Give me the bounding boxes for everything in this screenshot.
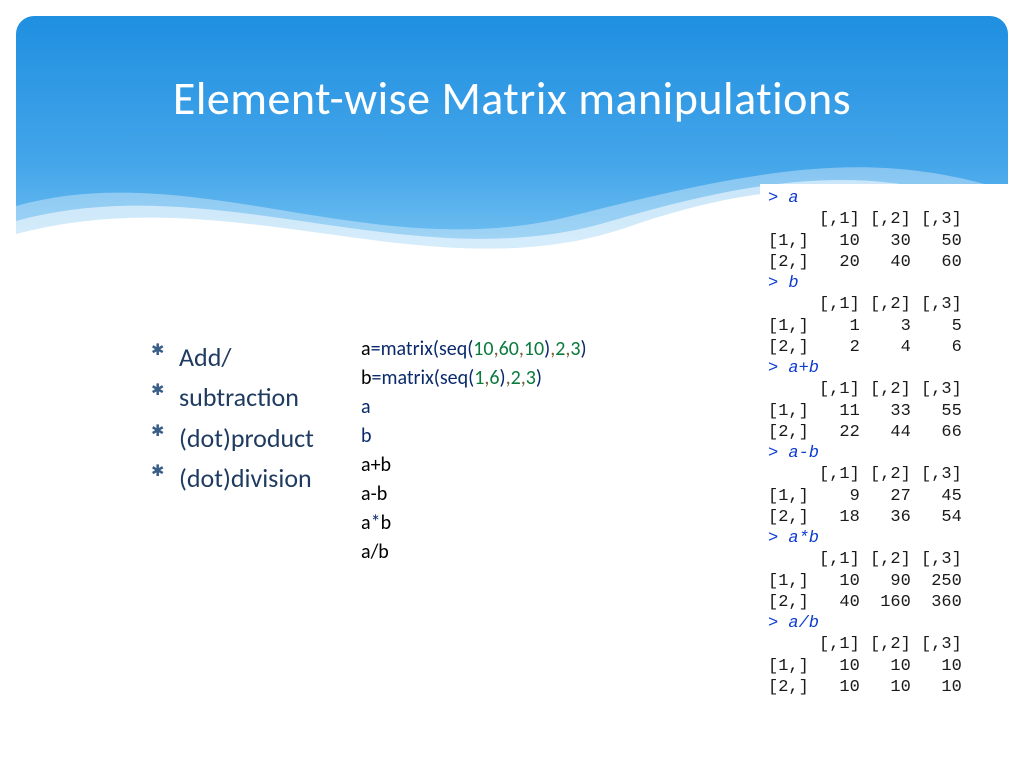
console-output: > a [,1] [,2] [,3] [1,] 10 30 50 [2,] 20…: [760, 184, 1008, 706]
code-line: a/b: [361, 540, 389, 564]
console-row: [1,] 10 30 50: [768, 231, 1000, 252]
console-header: [,1] [,2] [,3]: [768, 209, 1000, 230]
console-header: [,1] [,2] [,3]: [768, 294, 1000, 315]
console-header: [,1] [,2] [,3]: [768, 634, 1000, 655]
console-prompt: > a: [768, 188, 1000, 209]
bullet-list: Add/ subtraction (dot)product (dot)divis…: [111, 337, 314, 498]
code-line: a-b: [361, 482, 387, 506]
console-prompt: > a*b: [768, 528, 1000, 549]
console-row: [1,] 11 33 55: [768, 401, 1000, 422]
console-row: [2,] 18 36 54: [768, 507, 1000, 528]
bullet-item: (dot)product: [151, 418, 314, 458]
code-line: a+b: [361, 453, 391, 477]
bullet-item: subtraction: [151, 377, 314, 417]
console-row: [1,] 10 90 250: [768, 571, 1000, 592]
code-line: a*b: [361, 511, 391, 535]
code-line: b: [361, 424, 372, 448]
console-prompt: > a-b: [768, 443, 1000, 464]
console-header: [,1] [,2] [,3]: [768, 464, 1000, 485]
code-line: b=matrix(seq(1,6),2,3): [361, 366, 542, 390]
console-header: [,1] [,2] [,3]: [768, 379, 1000, 400]
console-row: [1,] 1 3 5: [768, 316, 1000, 337]
code-block: a=matrix(seq(10,60,10),2,3) b=matrix(seq…: [361, 306, 587, 567]
code-line: a: [361, 395, 371, 419]
console-row: [2,] 22 44 66: [768, 422, 1000, 443]
code-line: a=matrix(seq(10,60,10),2,3): [361, 337, 587, 361]
console-prompt: > b: [768, 273, 1000, 294]
bullet-item: Add/: [151, 337, 314, 377]
console-prompt: > a/b: [768, 613, 1000, 634]
console-prompt: > a+b: [768, 358, 1000, 379]
slide-title: Element-wise Matrix manipulations: [16, 71, 1008, 127]
console-row: [2,] 2 4 6: [768, 337, 1000, 358]
slide: Element-wise Matrix manipulations Add/ s…: [16, 16, 1008, 768]
console-row: [2,] 40 160 360: [768, 592, 1000, 613]
console-row: [2,] 10 10 10: [768, 677, 1000, 698]
console-header: [,1] [,2] [,3]: [768, 549, 1000, 570]
console-row: [2,] 20 40 60: [768, 252, 1000, 273]
bullet-item: (dot)division: [151, 458, 314, 498]
console-row: [1,] 10 10 10: [768, 656, 1000, 677]
console-row: [1,] 9 27 45: [768, 486, 1000, 507]
